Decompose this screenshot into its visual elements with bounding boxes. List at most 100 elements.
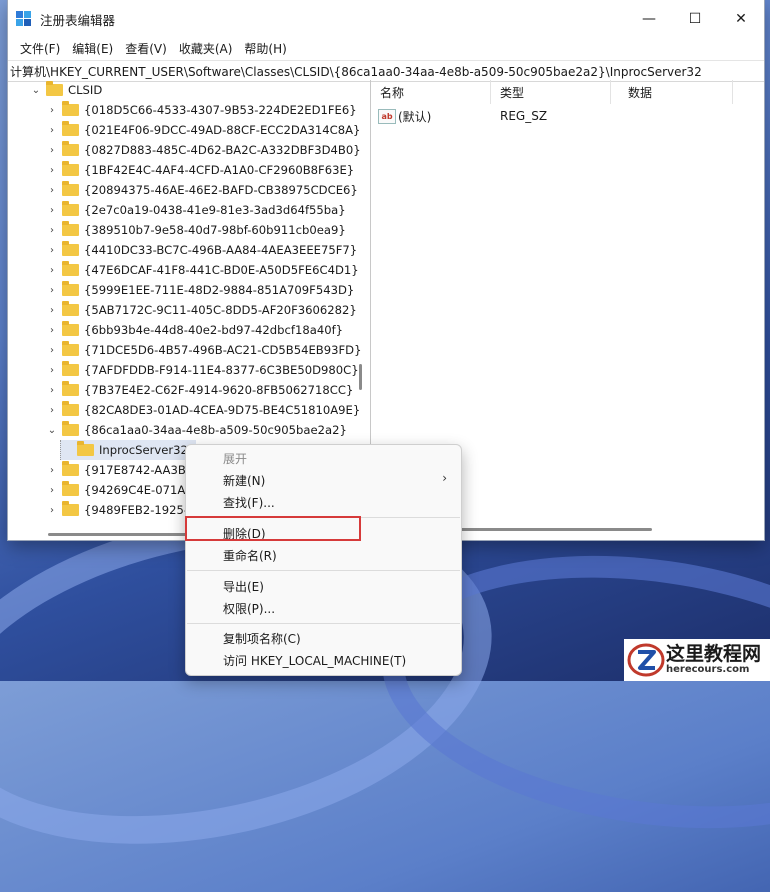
title-bar[interactable]: 注册表编辑器 — ☐ ✕: [8, 0, 764, 38]
chevron-right-icon[interactable]: ›: [46, 125, 58, 136]
tree-item[interactable]: › {20894375-46AE-46E2-BAFD-CB38975CDCE6}: [46, 180, 358, 200]
column-name[interactable]: 名称: [380, 80, 404, 104]
watermark-logo-icon: [626, 641, 666, 679]
chevron-right-icon[interactable]: ›: [46, 385, 58, 396]
tree-item[interactable]: ⌄ {86ca1aa0-34aa-4e8b-a509-50c905bae2a2}: [46, 420, 347, 440]
folder-icon: [62, 321, 79, 336]
folder-icon: [62, 141, 79, 156]
tree-item[interactable]: › {82CA8DE3-01AD-4CEA-9D75-BE4C51810A9E}: [46, 400, 360, 420]
tree-item[interactable]: › {021E4F06-9DCC-49AD-88CF-ECC2DA314C8A}: [46, 120, 360, 140]
tree-item-label: {7B37E4E2-C62F-4914-9620-8FB5062718CC}: [84, 383, 354, 397]
tree-item[interactable]: › {018D5C66-4533-4307-9B53-224DE2ED1FE6}: [46, 100, 357, 120]
folder-icon: [62, 241, 79, 256]
chevron-right-icon[interactable]: ›: [46, 465, 58, 476]
folder-icon: [62, 221, 79, 236]
chevron-right-icon[interactable]: ›: [46, 105, 58, 116]
tree-item-label: {71DCE5D6-4B57-496B-AC21-CD5B54EB93FD}: [84, 343, 362, 357]
ctx-copy-key-name[interactable]: 复制项名称(C): [223, 627, 301, 649]
column-type[interactable]: 类型: [500, 80, 524, 104]
chevron-right-icon[interactable]: ›: [46, 165, 58, 176]
chevron-right-icon[interactable]: ›: [46, 365, 58, 376]
chevron-right-icon[interactable]: ›: [46, 285, 58, 296]
menu-favorites[interactable]: 收藏夹(A): [173, 40, 239, 57]
column-data[interactable]: 数据: [628, 80, 652, 104]
chevron-right-icon[interactable]: ›: [46, 405, 58, 416]
tree-item[interactable]: › {1BF42E4C-4AF4-4CFD-A1A0-CF2960B8F63E}: [46, 160, 354, 180]
tree-item[interactable]: › {6bb93b4e-44d8-40e2-bd97-42dbcf18a40f}: [46, 320, 343, 340]
chevron-right-icon[interactable]: ›: [46, 185, 58, 196]
tree-item-label: {0827D883-485C-4D62-BA2C-A332DBF3D4B0}: [84, 143, 361, 157]
close-button[interactable]: ✕: [718, 0, 764, 38]
tree-item[interactable]: › {5AB7172C-9C11-405C-8DD5-AF20F3606282}: [46, 300, 357, 320]
tree-item[interactable]: › {9489FEB2-1925-4: [46, 500, 195, 520]
tree-item-label: {94269C4E-071A-4: [84, 483, 197, 497]
chevron-right-icon[interactable]: ›: [46, 345, 58, 356]
ctx-export[interactable]: 导出(E): [223, 575, 264, 597]
folder-icon: [77, 441, 94, 456]
tree-item-label: {6bb93b4e-44d8-40e2-bd97-42dbcf18a40f}: [84, 323, 344, 337]
tree-item-clsid[interactable]: ⌄ CLSID: [30, 80, 102, 100]
maximize-button[interactable]: ☐: [672, 0, 718, 38]
address-bar[interactable]: 计算机\HKEY_CURRENT_USER\Software\Classes\C…: [8, 60, 764, 82]
chevron-right-icon[interactable]: ›: [46, 145, 58, 156]
tree-item[interactable]: › {917E8742-AA3B-7: [46, 460, 197, 480]
tree-item[interactable]: › {0827D883-485C-4D62-BA2C-A332DBF3D4B0}: [46, 140, 361, 160]
chevron-right-icon[interactable]: ›: [46, 305, 58, 316]
ctx-new[interactable]: 新建(N): [223, 469, 265, 491]
window-title: 注册表编辑器: [40, 12, 116, 28]
menu-file[interactable]: 文件(F): [14, 40, 66, 57]
tree-item[interactable]: › {7B37E4E2-C62F-4914-9620-8FB5062718CC}: [46, 380, 353, 400]
chevron-right-icon[interactable]: ›: [46, 505, 58, 516]
folder-icon: [62, 401, 79, 416]
tree-item-inprocserver32[interactable]: InprocServer32: [60, 440, 196, 460]
delete-highlight-box: [185, 516, 361, 541]
tree-item[interactable]: › {389510b7-9e58-40d7-98bf-60b911cb0ea9}: [46, 220, 346, 240]
tree-item-label: {4410DC33-BC7C-496B-AA84-4AEA3EEE75F7}: [84, 243, 358, 257]
tree-item-label: {5AB7172C-9C11-405C-8DD5-AF20F3606282}: [84, 303, 357, 317]
tree-item-label: {389510b7-9e58-40d7-98bf-60b911cb0ea9}: [84, 223, 346, 237]
folder-icon: [62, 501, 79, 516]
tree-item[interactable]: › {71DCE5D6-4B57-496B-AC21-CD5B54EB93FD}: [46, 340, 362, 360]
folder-icon: [62, 121, 79, 136]
value-row-default[interactable]: ab (默认) REG_SZ: [372, 106, 762, 126]
menu-bar: 文件(F) 编辑(E) 查看(V) 收藏夹(A) 帮助(H): [8, 38, 764, 58]
chevron-right-icon[interactable]: ›: [46, 225, 58, 236]
chevron-down-icon[interactable]: ⌄: [46, 425, 58, 436]
tree-item[interactable]: › {7AFDFDDB-F914-11E4-8377-6C3BE50D980C}: [46, 360, 359, 380]
value-name: (默认): [398, 109, 432, 124]
tree-connector: [60, 440, 73, 460]
tree-item[interactable]: › {2e7c0a19-0438-41e9-81e3-3ad3d64f55ba}: [46, 200, 346, 220]
minimize-button[interactable]: —: [626, 0, 672, 38]
watermark-url: herecours.com: [666, 664, 750, 675]
menu-help[interactable]: 帮助(H): [238, 40, 292, 57]
chevron-right-icon[interactable]: ›: [46, 325, 58, 336]
folder-icon: [62, 281, 79, 296]
chevron-right-icon: ›: [442, 471, 447, 485]
chevron-right-icon[interactable]: ›: [46, 245, 58, 256]
tree-item[interactable]: › {94269C4E-071A-4: [46, 480, 197, 500]
menu-edit[interactable]: 编辑(E): [66, 40, 119, 57]
tree-item-label: {20894375-46AE-46E2-BAFD-CB38975CDCE6}: [84, 183, 358, 197]
chevron-right-icon[interactable]: ›: [46, 265, 58, 276]
watermark-title: 这里教程网: [666, 643, 762, 665]
tree-item-label: {1BF42E4C-4AF4-4CFD-A1A0-CF2960B8F63E}: [84, 163, 355, 177]
tree-item[interactable]: › {4410DC33-BC7C-496B-AA84-4AEA3EEE75F7}: [46, 240, 357, 260]
ctx-find[interactable]: 查找(F)...: [223, 491, 275, 513]
value-type: REG_SZ: [500, 109, 548, 123]
string-value-icon: ab: [378, 108, 396, 124]
tree-item-label: {7AFDFDDB-F914-11E4-8377-6C3BE50D980C}: [84, 363, 359, 377]
ctx-rename[interactable]: 重命名(R): [223, 544, 277, 566]
ctx-goto-hklm[interactable]: 访问 HKEY_LOCAL_MACHINE(T): [223, 649, 406, 671]
tree-item[interactable]: › {47E6DCAF-41F8-441C-BD0E-A50D5FE6C4D1}: [46, 260, 359, 280]
ctx-permissions[interactable]: 权限(P)...: [223, 597, 275, 619]
tree-item[interactable]: › {5999E1EE-711E-48D2-9884-851A709F543D}: [46, 280, 354, 300]
watermark: 这里教程网 herecours.com: [624, 639, 770, 681]
chevron-right-icon[interactable]: ›: [46, 485, 58, 496]
menu-view[interactable]: 查看(V): [119, 40, 173, 57]
folder-icon: [62, 361, 79, 376]
regedit-app-icon: [16, 11, 32, 27]
folder-icon: [62, 421, 79, 436]
chevron-down-icon[interactable]: ⌄: [30, 85, 42, 96]
chevron-right-icon[interactable]: ›: [46, 205, 58, 216]
folder-icon: [62, 161, 79, 176]
